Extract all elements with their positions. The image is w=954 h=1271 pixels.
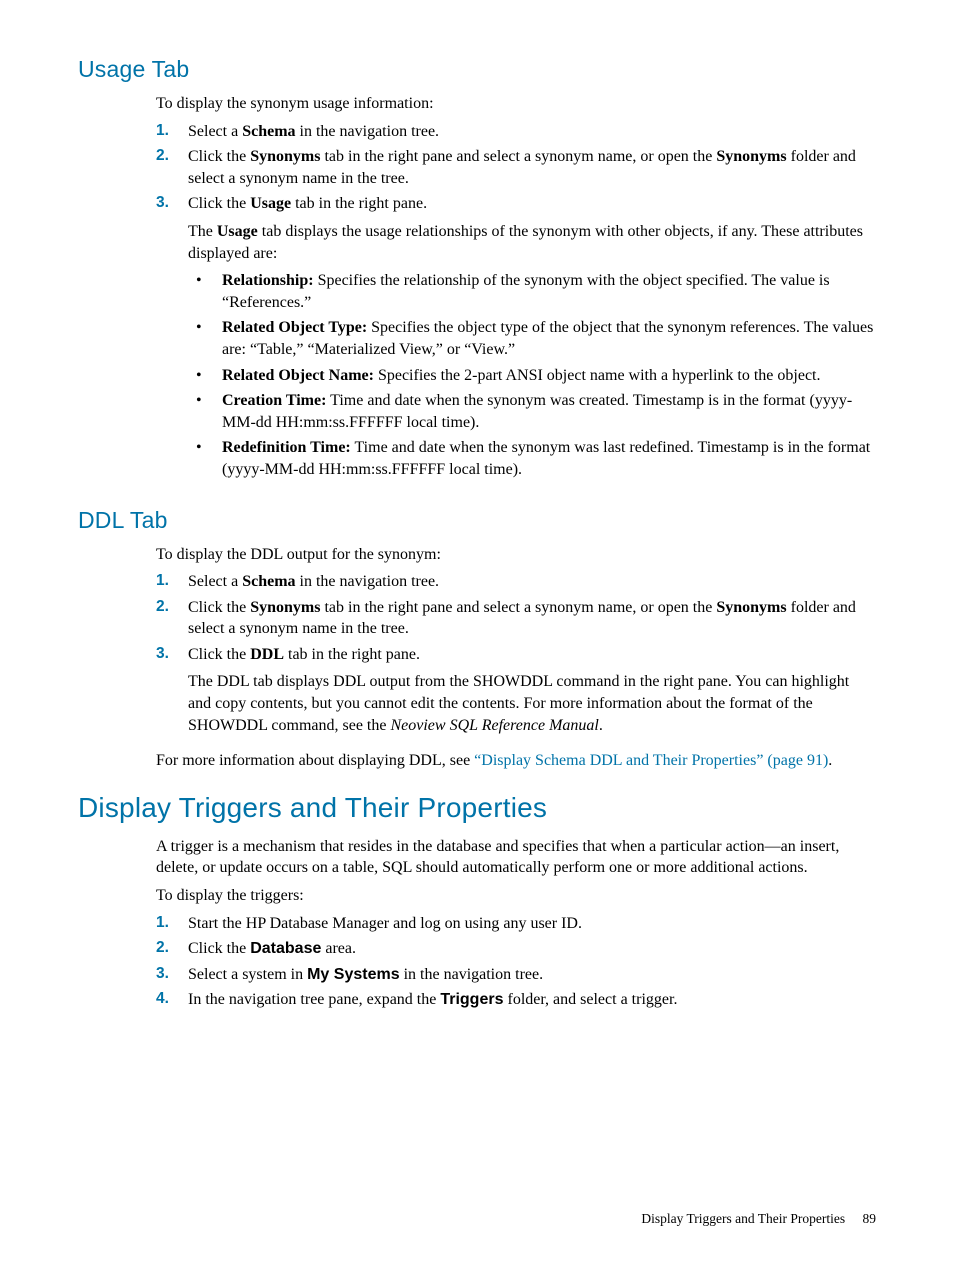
step-number: 3.: [156, 644, 188, 742]
triggers-body: A trigger is a mechanism that resides in…: [156, 836, 876, 1011]
triggers-intro2: To display the triggers:: [156, 885, 876, 907]
list-item: 4. In the navigation tree pane, expand t…: [156, 989, 876, 1011]
list-item: 2. Click the Synonyms tab in the right p…: [156, 146, 876, 189]
list-item: •Related Object Type: Specifies the obje…: [188, 317, 876, 360]
step-number: 3.: [156, 964, 188, 986]
heading-ddl-tab: DDL Tab: [78, 507, 876, 534]
step-number: 2.: [156, 146, 188, 189]
step-content: Click the Synonyms tab in the right pane…: [188, 597, 876, 640]
list-item: 3. Select a system in My Systems in the …: [156, 964, 876, 986]
step-number: 1.: [156, 571, 188, 593]
ddl-result-para: The DDL tab displays DDL output from the…: [188, 671, 876, 736]
step-content: Click the Synonyms tab in the right pane…: [188, 146, 876, 189]
step-number: 2.: [156, 938, 188, 960]
list-item: •Relationship: Specifies the relationshi…: [188, 270, 876, 313]
ddl-body: To display the DDL output for the synony…: [156, 544, 876, 772]
usage-result-para: The Usage tab displays the usage relatio…: [188, 221, 876, 264]
step-content: Click the Database area.: [188, 938, 876, 960]
step-content: Select a Schema in the navigation tree.: [188, 571, 876, 593]
footer-title: Display Triggers and Their Properties: [641, 1211, 845, 1226]
bullet-icon: •: [188, 317, 222, 360]
heading-usage-tab: Usage Tab: [78, 56, 876, 83]
attributes-list: •Relationship: Specifies the relationshi…: [188, 270, 876, 480]
step-number: 1.: [156, 121, 188, 143]
bullet-icon: •: [188, 437, 222, 480]
ddl-intro: To display the DDL output for the synony…: [156, 544, 876, 566]
step-number: 3.: [156, 193, 188, 484]
list-item: 1. Select a Schema in the navigation tre…: [156, 121, 876, 143]
usage-steps-list: 1. Select a Schema in the navigation tre…: [156, 121, 876, 485]
bullet-icon: •: [188, 390, 222, 433]
list-item: 3. Click the DDL tab in the right pane. …: [156, 644, 876, 742]
page-content: Usage Tab To display the synonym usage i…: [0, 0, 954, 1011]
step-content: Select a Schema in the navigation tree.: [188, 121, 876, 143]
ddl-steps-list: 1. Select a Schema in the navigation tre…: [156, 571, 876, 742]
ddl-more-info: For more information about displaying DD…: [156, 750, 876, 772]
list-item: •Creation Time: Time and date when the s…: [188, 390, 876, 433]
step-number: 1.: [156, 913, 188, 935]
page-number: 89: [863, 1211, 877, 1227]
list-item: •Related Object Name: Specifies the 2-pa…: [188, 365, 876, 387]
bullet-icon: •: [188, 365, 222, 387]
page-footer: Display Triggers and Their Properties 89: [641, 1211, 876, 1227]
step-number: 2.: [156, 597, 188, 640]
bullet-icon: •: [188, 270, 222, 313]
list-item: 1. Select a Schema in the navigation tre…: [156, 571, 876, 593]
heading-display-triggers: Display Triggers and Their Properties: [78, 792, 876, 824]
step-content: Click the DDL tab in the right pane. The…: [188, 644, 876, 742]
step-content: Select a system in My Systems in the nav…: [188, 964, 876, 986]
list-item: 2. Click the Database area.: [156, 938, 876, 960]
step-content: Start the HP Database Manager and log on…: [188, 913, 876, 935]
list-item: 1. Start the HP Database Manager and log…: [156, 913, 876, 935]
step-content: In the navigation tree pane, expand the …: [188, 989, 876, 1011]
step-content: Click the Usage tab in the right pane. T…: [188, 193, 876, 484]
list-item: 3. Click the Usage tab in the right pane…: [156, 193, 876, 484]
usage-body: To display the synonym usage information…: [156, 93, 876, 485]
triggers-intro1: A trigger is a mechanism that resides in…: [156, 836, 876, 879]
list-item: 2. Click the Synonyms tab in the right p…: [156, 597, 876, 640]
link-display-schema-ddl[interactable]: “Display Schema DDL and Their Properties…: [474, 752, 828, 769]
step-number: 4.: [156, 989, 188, 1011]
triggers-steps-list: 1. Start the HP Database Manager and log…: [156, 913, 876, 1011]
usage-intro: To display the synonym usage information…: [156, 93, 876, 115]
list-item: •Redefinition Time: Time and date when t…: [188, 437, 876, 480]
